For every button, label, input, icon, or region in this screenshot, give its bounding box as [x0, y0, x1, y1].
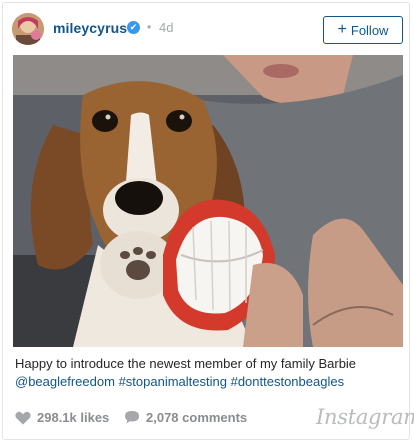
separator-dot: • [147, 20, 152, 34]
username-link[interactable]: mileycyrus [53, 20, 127, 36]
caption-text: Happy to introduce the newest member of … [15, 356, 357, 371]
likes-stat[interactable]: 298.1k likes [15, 410, 109, 425]
post-photo[interactable] [13, 55, 403, 347]
post-timestamp[interactable]: 4d [159, 20, 173, 35]
post-footer: 298.1k likes 2,078 comments Instagram [3, 398, 414, 438]
avatar-image [12, 13, 44, 45]
comments-stat[interactable]: 2,078 comments [124, 410, 247, 425]
beagle-photo-illustration [13, 55, 403, 347]
hashtag-donttestonbeagles[interactable]: #donttestonbeagles [231, 374, 344, 389]
heart-icon [15, 411, 31, 424]
plus-icon: + [337, 20, 347, 38]
likes-count: 298.1k likes [37, 410, 110, 425]
mention-beaglefreedom[interactable]: @beaglefreedom [15, 374, 115, 389]
follow-label: Follow [350, 22, 389, 38]
comments-count: 2,078 comments [146, 410, 248, 425]
comment-bubble-icon [125, 411, 139, 424]
instagram-embed-card: mileycyrus ✔ • 4d + Follow Happy to intr… [2, 2, 414, 440]
hashtag-stopanimaltesting[interactable]: #stopanimaltesting [119, 374, 227, 389]
instagram-logo[interactable]: Instagram [316, 405, 414, 429]
follow-button[interactable]: + Follow [323, 16, 403, 44]
verified-badge-icon: ✔ [127, 21, 140, 34]
post-caption: Happy to introduce the newest member of … [15, 355, 399, 391]
post-header: mileycyrus ✔ • 4d + Follow [3, 3, 409, 53]
user-avatar[interactable] [12, 13, 44, 45]
